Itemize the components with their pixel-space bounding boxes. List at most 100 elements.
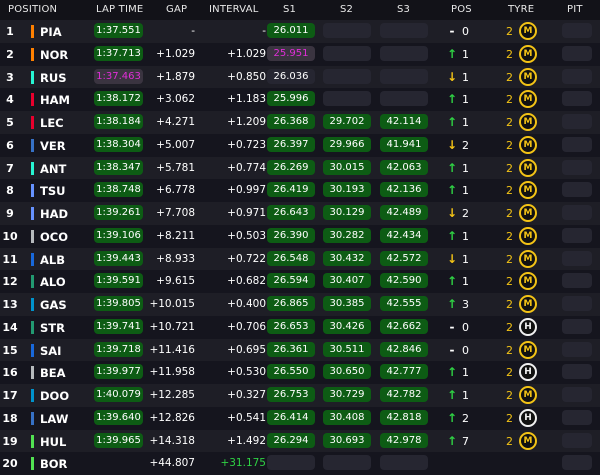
tyre-laps: 2: [506, 389, 513, 402]
table-row[interactable]: 5 LEC 1:38.184 +4.271 +1.209 26.368 29.7…: [0, 111, 600, 134]
tyre-hard-icon: H: [519, 317, 537, 336]
col-pit: PIT: [567, 4, 583, 15]
table-row[interactable]: 13 GAS 1:39.805 +10.015 +0.400 26.865 30…: [0, 293, 600, 316]
position-number: 17: [2, 389, 18, 402]
team-color-bar: [31, 47, 34, 61]
sector-1-time: 26.550: [267, 364, 315, 380]
table-row[interactable]: 3 RUS 1:37.463 +1.879 +0.850 26.036 ↓ 1 …: [0, 65, 600, 89]
sector-3-time: 42.590: [380, 273, 428, 289]
sector-2-time: 30.432: [323, 250, 371, 266]
driver-code: RUS: [40, 70, 67, 85]
position-change-up-icon: ↑: [446, 365, 458, 380]
table-row[interactable]: 4 HAM 1:38.172 +3.062 +1.183 25.996 ↑ 1 …: [0, 88, 600, 112]
sector-1-time: [267, 455, 315, 471]
driver-code: PIA: [40, 25, 62, 39]
lap-time: 1:39.640: [94, 409, 143, 425]
team-color-bar: [31, 229, 34, 243]
table-row[interactable]: 11 ALB 1:39.443 +8.933 +0.722 26.548 30.…: [0, 247, 600, 271]
team-color-bar: [31, 343, 34, 357]
interval-value: +0.541: [227, 411, 266, 424]
tyre-medium-icon: M: [519, 158, 537, 177]
position-change-count: 1: [462, 93, 469, 107]
col-s3: S3: [397, 4, 411, 15]
sector-3-time: [380, 455, 428, 471]
pit-indicator: [562, 318, 592, 334]
sector-1-time: 26.390: [267, 227, 315, 243]
gap-value: +12.285: [149, 389, 195, 401]
table-row[interactable]: 17 DOO 1:40.079 +12.285 +0.327 26.753 30…: [0, 384, 600, 407]
table-row[interactable]: 6 VER 1:38.304 +5.007 +0.723 26.397 29.9…: [0, 133, 600, 157]
lap-time: 1:39.718: [94, 341, 143, 357]
sector-2-time: 30.129: [323, 205, 371, 220]
interval-value: +0.530: [227, 366, 266, 379]
position-number: 3: [6, 70, 14, 84]
team-color-bar: [31, 366, 34, 380]
tyre-laps: 2: [506, 411, 513, 425]
gap-value: +9.615: [156, 275, 195, 288]
position-change-count: 1: [462, 161, 469, 175]
team-color-bar: [31, 161, 34, 175]
table-row[interactable]: 10 OCO 1:39.106 +8.211 +0.503 26.390 30.…: [0, 224, 600, 248]
team-color-bar: [31, 275, 34, 289]
driver-code: OCO: [40, 229, 68, 244]
sector-2-time: [323, 45, 371, 61]
pit-indicator: [562, 409, 592, 425]
interval-value: +0.997: [227, 184, 266, 197]
table-row[interactable]: 7 ANT 1:38.347 +5.781 +0.774 26.269 30.0…: [0, 156, 600, 180]
table-row[interactable]: 1 PIA 1:37.551 - - 26.011 - 0 2 M: [0, 20, 600, 43]
table-row[interactable]: 15 SAI 1:39.718 +11.416 +0.695 26.361 30…: [0, 338, 600, 362]
position-change-count: 0: [462, 320, 469, 334]
position-number: 9: [6, 207, 14, 220]
sector-3-time: 42.434: [380, 227, 428, 243]
sector-1-time: 26.548: [267, 250, 315, 266]
position-change-count: 1: [462, 184, 469, 198]
interval-value: +0.971: [227, 207, 266, 219]
col-s2: S2: [340, 4, 354, 15]
lap-time: 1:38.304: [94, 136, 143, 152]
tyre-hard-icon: H: [519, 408, 537, 427]
tyre-hard-icon: H: [519, 363, 537, 382]
position-change-down-icon: ↓: [446, 251, 458, 266]
position-change-neutral-icon: -: [449, 319, 455, 334]
sector-3-time: 42.572: [380, 250, 428, 266]
table-row[interactable]: 18 LAW 1:39.640 +12.826 +0.541 26.414 30…: [0, 406, 600, 430]
table-row[interactable]: 14 STR 1:39.741 +10.721 +0.706 26.653 30…: [0, 315, 600, 339]
sector-2-time: 30.693: [323, 432, 371, 448]
table-row[interactable]: 2 NOR 1:37.713 +1.029 +1.029 25.951 ↑ 1 …: [0, 42, 600, 66]
table-row[interactable]: 16 BEA 1:39.977 +11.958 +0.530 26.550 30…: [0, 361, 600, 385]
team-color-bar: [31, 25, 34, 38]
table-row[interactable]: 12 ALO 1:39.591 +9.615 +0.682 26.594 30.…: [0, 270, 600, 294]
position-change-count: 1: [462, 47, 469, 61]
sector-1-time: 26.361: [267, 341, 315, 357]
table-row[interactable]: 8 TSU 1:38.748 +6.778 +0.997 26.419 30.1…: [0, 179, 600, 203]
interval-value: +0.503: [227, 229, 266, 242]
position-change-count: 0: [462, 343, 469, 357]
lap-time: 1:39.741: [94, 318, 143, 334]
sector-3-time: 42.136: [380, 182, 428, 198]
sector-2-time: 30.650: [323, 364, 371, 380]
team-color-bar: [31, 389, 34, 402]
table-row[interactable]: 9 HAD 1:39.261 +7.708 +0.971 26.643 30.1…: [0, 202, 600, 225]
tyre-laps: 2: [506, 252, 513, 266]
position-change-up-icon: ↑: [446, 92, 458, 107]
tyre-laps: 2: [506, 320, 513, 334]
position-change-count: 1: [462, 116, 469, 129]
gap-value: -: [191, 25, 195, 37]
tyre-medium-icon: M: [519, 22, 537, 40]
pit-indicator: [562, 205, 592, 220]
position-number: 13: [2, 298, 18, 311]
table-row[interactable]: 19 HUL 1:39.965 +14.318 +1.492 26.294 30…: [0, 429, 600, 453]
interval-value: +0.706: [227, 320, 266, 333]
driver-code: HAD: [40, 207, 69, 221]
pit-indicator: [562, 68, 592, 84]
team-color-bar: [31, 411, 34, 425]
col-lap-time: LAP TIME: [96, 4, 144, 15]
driver-code: BOR: [40, 457, 68, 472]
team-color-bar: [31, 457, 34, 471]
table-row[interactable]: 20 BOR +44.807 +31.175: [0, 452, 600, 475]
tyre-medium-icon: M: [519, 249, 537, 268]
col-tyre: TYRE: [508, 4, 535, 15]
tyre-laps: 2: [506, 434, 513, 448]
sector-3-time: 42.555: [380, 296, 428, 311]
driver-code: ALO: [40, 275, 66, 290]
